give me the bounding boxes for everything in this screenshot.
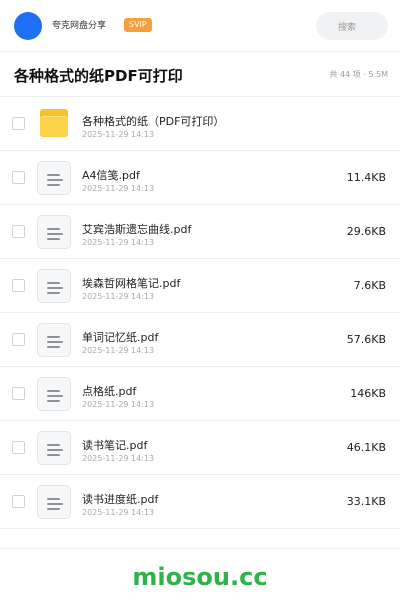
list-item[interactable]: 单词记忆纸.pdf 2025-11-29 14:13 57.6KB (0, 313, 400, 367)
title-row: 各种格式的纸PDF可打印 共 44 项 · 5.5M (0, 52, 400, 97)
list-item[interactable]: 艾宾浩斯遗忘曲线.pdf 2025-11-29 14:13 29.6KB (0, 205, 400, 259)
meta-separator: · (363, 70, 366, 79)
file-name: 点格纸.pdf (82, 385, 137, 398)
file-size: 33.1KB (346, 495, 386, 508)
list-item-folder[interactable]: 各种格式的纸（PDF可打印） 2025-11-29 14:13 (0, 97, 400, 151)
list-item[interactable]: A4信笺.pdf 2025-11-29 14:13 11.4KB (0, 151, 400, 205)
row-checkbox[interactable] (12, 495, 25, 508)
total-size: 5.5M (368, 70, 388, 79)
file-date: 2025-11-29 14:13 (82, 292, 155, 301)
row-checkbox[interactable] (12, 441, 25, 454)
file-name: 单词记忆纸.pdf (82, 331, 159, 344)
list-item[interactable]: 读书进度纸.pdf 2025-11-29 14:13 33.1KB (0, 475, 400, 529)
document-icon (37, 485, 71, 519)
document-icon (37, 269, 71, 303)
row-checkbox[interactable] (12, 333, 25, 346)
row-checkbox[interactable] (12, 171, 25, 184)
user-name[interactable]: 夸克网盘分享 (52, 18, 106, 31)
document-icon (37, 215, 71, 249)
watermark-text: miosou.cc (132, 563, 268, 591)
row-checkbox[interactable] (12, 117, 25, 130)
file-size: 11.4KB (346, 171, 386, 184)
top-bar: 夸克网盘分享 SVIP 搜索 (0, 0, 400, 52)
item-count: 共 44 项 (329, 70, 361, 79)
folder-icon (37, 107, 71, 141)
document-icon (37, 323, 71, 357)
search-input[interactable]: 搜索 (316, 12, 388, 40)
vip-badge: SVIP (124, 18, 152, 32)
file-name: 读书进度纸.pdf (82, 493, 159, 506)
avatar[interactable] (14, 12, 42, 40)
search-placeholder: 搜索 (338, 23, 357, 33)
file-name: 读书笔记.pdf (82, 439, 148, 452)
file-date: 2025-11-29 14:13 (82, 238, 155, 247)
file-size: 46.1KB (346, 441, 386, 454)
list-item[interactable]: 埃森哲网格笔记.pdf 2025-11-29 14:13 7.6KB (0, 259, 400, 313)
document-icon (37, 377, 71, 411)
file-date: 2025-11-29 14:13 (82, 454, 155, 463)
file-name: 艾宾浩斯遗忘曲线.pdf (82, 223, 192, 236)
document-icon (37, 161, 71, 195)
file-list: 各种格式的纸（PDF可打印） 2025-11-29 14:13 A4信笺.pdf… (0, 97, 400, 529)
row-checkbox[interactable] (12, 387, 25, 400)
file-name: A4信笺.pdf (82, 169, 140, 182)
page-title: 各种格式的纸PDF可打印 (14, 67, 183, 85)
file-name: 各种格式的纸（PDF可打印） (82, 115, 225, 128)
file-date: 2025-11-29 14:13 (82, 130, 155, 139)
file-size: 146KB (350, 387, 386, 400)
file-size: 57.6KB (346, 333, 386, 346)
file-date: 2025-11-29 14:13 (82, 184, 155, 193)
row-checkbox[interactable] (12, 225, 25, 238)
row-checkbox[interactable] (12, 279, 25, 292)
list-item[interactable]: 点格纸.pdf 2025-11-29 14:13 146KB (0, 367, 400, 421)
footer: miosou.cc (0, 548, 400, 600)
document-icon (37, 431, 71, 465)
file-size: 7.6KB (353, 279, 386, 292)
page-meta: 共 44 项 · 5.5M (329, 69, 388, 80)
file-date: 2025-11-29 14:13 (82, 346, 155, 355)
list-item[interactable]: 读书笔记.pdf 2025-11-29 14:13 46.1KB (0, 421, 400, 475)
file-date: 2025-11-29 14:13 (82, 400, 155, 409)
file-size: 29.6KB (346, 225, 386, 238)
file-date: 2025-11-29 14:13 (82, 508, 155, 517)
file-name: 埃森哲网格笔记.pdf (82, 277, 181, 290)
